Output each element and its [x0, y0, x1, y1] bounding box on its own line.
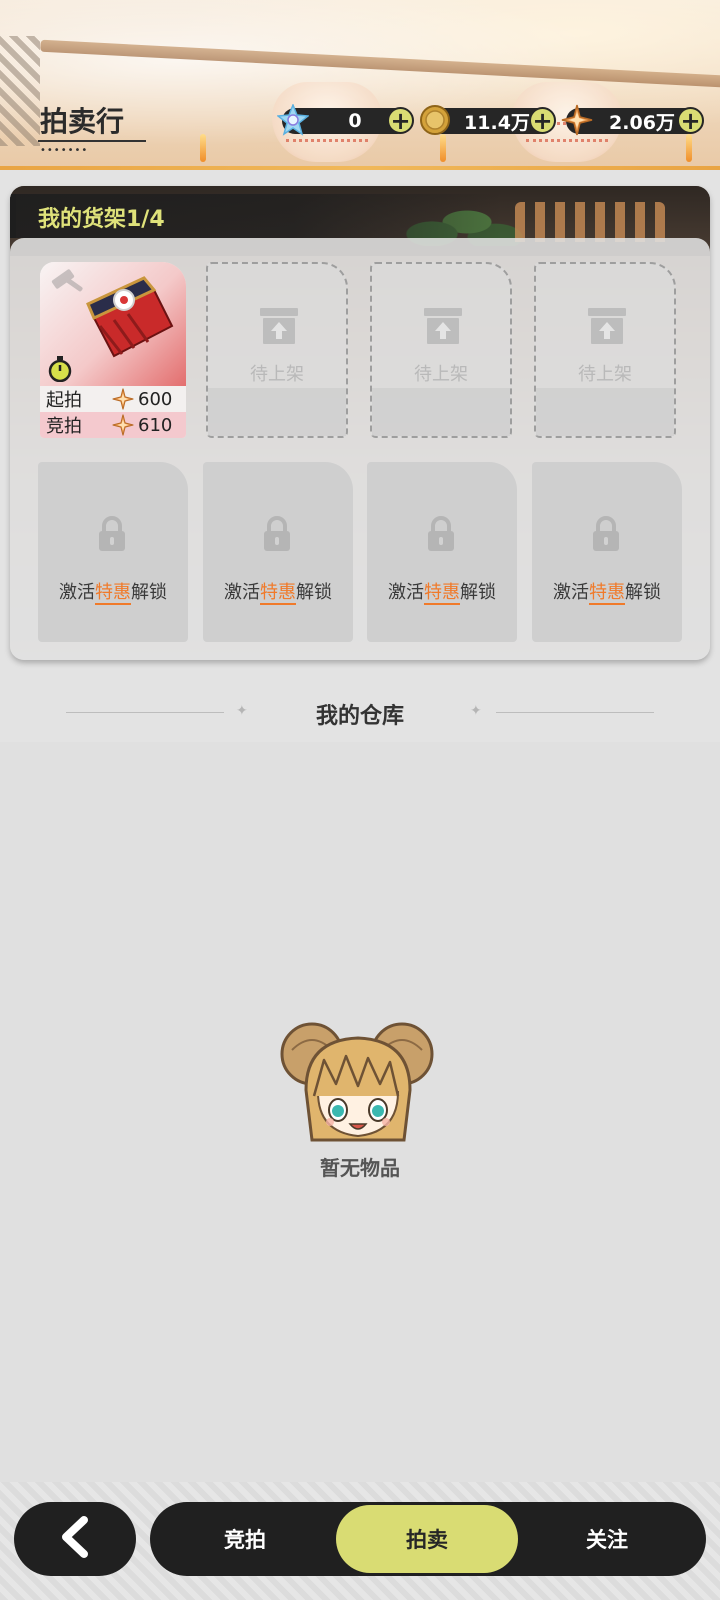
bid-price-label: 竞拍	[46, 416, 82, 437]
empty-slot-label: 待上架	[578, 364, 632, 385]
header-banner	[0, 0, 720, 170]
gift-box-icon	[84, 270, 180, 370]
add-star-shard-button[interactable]: +	[677, 107, 704, 134]
locked-shelf-slot[interactable]: 激活特惠解锁	[38, 462, 188, 642]
empty-warehouse-text: 暂无物品	[320, 1156, 400, 1180]
shelf-title: 我的货架1/4	[38, 207, 165, 232]
empty-shelf-slot[interactable]: 待上架	[370, 262, 512, 438]
lock-icon	[261, 516, 293, 556]
back-button[interactable]	[14, 1502, 136, 1576]
star-shard-icon	[560, 103, 594, 137]
candle-decoration	[686, 134, 692, 162]
unlock-hint: 激活特惠解锁	[367, 578, 517, 605]
listed-item-card[interactable]: 起拍 600 竞拍 610	[40, 262, 186, 438]
unlock-hint-pre: 激活	[224, 582, 260, 603]
tab-bidding[interactable]: 竞拍	[154, 1502, 336, 1576]
unlock-hint-post: 解锁	[625, 582, 661, 603]
lock-icon	[425, 516, 457, 556]
candle-decoration	[200, 134, 206, 162]
empty-shelf-slot[interactable]: 待上架	[206, 262, 348, 438]
section-divider-right	[496, 712, 654, 713]
candle-decoration	[440, 134, 446, 162]
lock-icon	[96, 516, 128, 556]
slot-footer	[372, 388, 510, 436]
bid-price-row: 竞拍 610	[40, 412, 186, 438]
empty-slot-label: 待上架	[414, 364, 468, 385]
special-offer-link[interactable]: 特惠	[424, 582, 460, 605]
upload-box-icon	[586, 306, 628, 350]
star-shard-icon	[112, 388, 134, 410]
warehouse-title: 我的仓库	[315, 704, 404, 729]
crystal-icon	[276, 103, 310, 137]
sparkle-icon: ✦	[470, 703, 482, 719]
item-image	[40, 262, 186, 386]
currency-coin: 11.4万 +	[420, 105, 556, 135]
bid-price-value: 610	[138, 414, 173, 436]
mascot-face-icon	[278, 1020, 442, 1152]
coin-icon	[418, 103, 452, 137]
title-dots: •••••••	[40, 145, 89, 156]
start-price-value: 600	[138, 388, 173, 410]
unlock-hint-post: 解锁	[296, 582, 332, 603]
gavel-icon	[48, 268, 88, 306]
title-underline	[38, 140, 146, 142]
add-coin-button[interactable]: +	[529, 107, 556, 134]
timer-icon	[48, 356, 72, 386]
lock-icon	[590, 516, 622, 556]
empty-shelf-slot[interactable]: 待上架	[534, 262, 676, 438]
special-offer-link[interactable]: 特惠	[589, 582, 625, 605]
special-offer-link[interactable]: 特惠	[260, 582, 296, 605]
upload-box-icon	[258, 306, 300, 350]
tab-watchlist[interactable]: 关注	[516, 1502, 698, 1576]
currency-star-shard: 2.06万 +	[561, 104, 704, 136]
upload-box-icon	[422, 306, 464, 350]
page-title: 拍卖行	[40, 105, 125, 138]
header-beam	[40, 39, 720, 89]
chevron-left-icon	[58, 1516, 92, 1562]
locked-shelf-slot[interactable]: 激活特惠解锁	[367, 462, 517, 642]
currency-crystal: 0 +	[277, 104, 414, 136]
add-crystal-button[interactable]: +	[387, 107, 414, 134]
empty-slot-label: 待上架	[250, 364, 304, 385]
unlock-hint-post: 解锁	[131, 582, 167, 603]
header-decoration	[0, 36, 40, 146]
locked-shelf-slot[interactable]: 激活特惠解锁	[203, 462, 353, 642]
unlock-hint: 激活特惠解锁	[38, 578, 188, 605]
unlock-hint-pre: 激活	[388, 582, 424, 603]
locked-shelf-slot[interactable]: 激活特惠解锁	[532, 462, 682, 642]
tab-auction[interactable]: 拍卖	[336, 1505, 518, 1573]
unlock-hint-post: 解锁	[460, 582, 496, 603]
slot-footer	[536, 388, 674, 436]
start-price-label: 起拍	[46, 390, 82, 411]
slot-footer	[208, 388, 346, 436]
auction-tabs: 竞拍 拍卖 关注	[150, 1502, 706, 1576]
special-offer-link[interactable]: 特惠	[95, 582, 131, 605]
unlock-hint: 激活特惠解锁	[532, 578, 682, 605]
unlock-hint-pre: 激活	[59, 582, 95, 603]
unlock-hint: 激活特惠解锁	[203, 578, 353, 605]
start-price-row: 起拍 600	[40, 386, 186, 412]
star-shard-icon	[112, 414, 134, 436]
unlock-hint-pre: 激活	[553, 582, 589, 603]
